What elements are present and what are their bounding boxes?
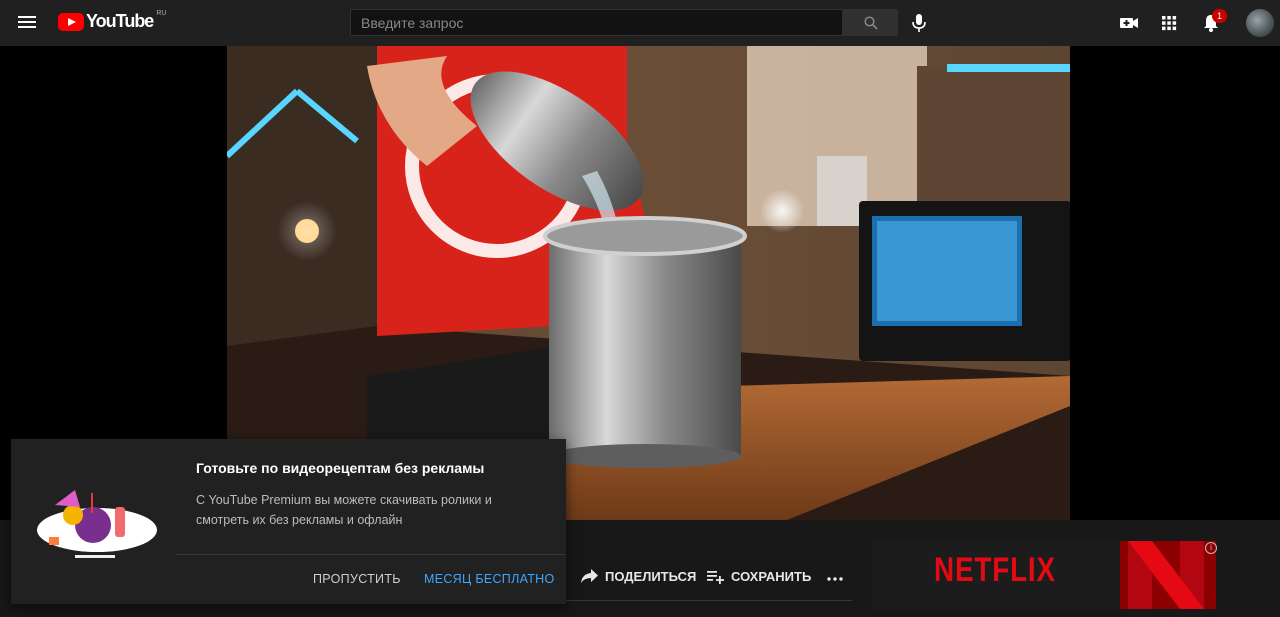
search-input[interactable] [350,9,843,36]
ad-brand-text: NETFLIX [934,551,1056,589]
save-label: СОХРАНИТЬ [731,568,812,584]
free-trial-button[interactable]: МЕСЯЦ БЕСПЛАТНО [424,572,555,586]
create-video-icon [1120,18,1138,28]
popup-title: Готовьте по видеорецептам без рекламы [196,460,485,476]
more-actions-button[interactable] [826,568,844,584]
youtube-logo[interactable]: YouTube RU [58,10,167,32]
menu-icon[interactable] [18,13,38,33]
popup-description: С YouTube Premium вы можете скачивать ро… [196,493,492,527]
masthead: YouTube RU 1 [0,0,1280,46]
premium-illustration [37,490,157,558]
apps-button[interactable] [1158,12,1180,34]
skip-button[interactable]: ПРОПУСТИТЬ [313,572,401,586]
playlist-add-icon [707,571,724,584]
share-button[interactable]: ПОДЕЛИТЬСЯ [580,568,696,584]
youtube-logo-icon [58,12,84,31]
popup-divider [176,554,566,555]
search-button[interactable] [843,9,898,36]
ad-info-icon[interactable]: i [1205,542,1217,554]
apps-icon [1162,16,1177,31]
mic-button[interactable] [910,13,928,33]
logo-region: RU [156,10,167,17]
notification-count-badge: 1 [1212,9,1227,23]
share-icon [581,569,598,583]
netflix-ad-banner[interactable]: NETFLIX [872,541,1216,609]
actions-divider [566,600,852,601]
netflix-n-logo [1120,541,1216,609]
mic-icon [912,14,926,32]
create-video-button[interactable] [1118,12,1140,34]
more-icon [827,577,843,581]
avatar[interactable] [1246,9,1274,37]
search-icon [863,15,878,30]
save-button[interactable]: СОХРАНИТЬ [706,568,811,584]
share-label: ПОДЕЛИТЬСЯ [605,568,697,584]
premium-promo-popup: Готовьте по видеорецептам без рекламы С … [11,439,566,604]
logo-text: YouTube [86,11,154,31]
